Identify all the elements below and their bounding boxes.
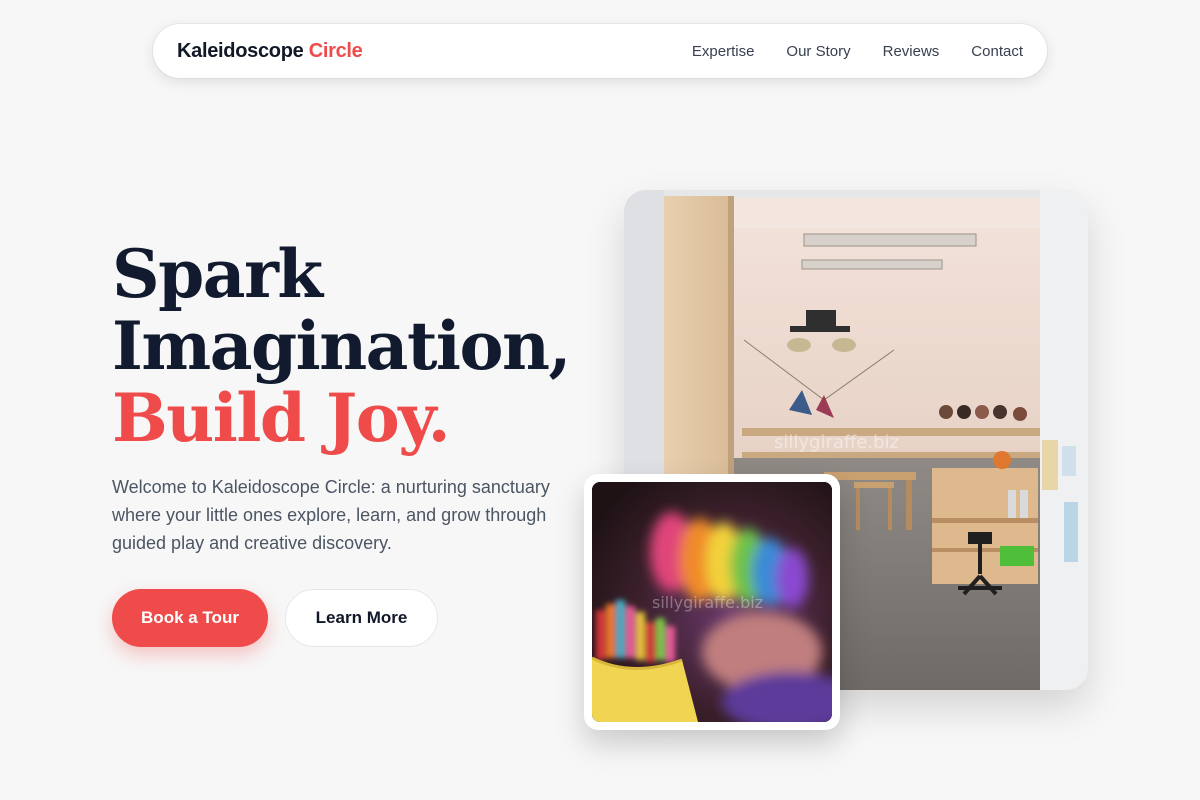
hero-title-line-1: Spark xyxy=(112,235,323,313)
hero-title-line-3: Build Joy. xyxy=(112,379,451,457)
nav-link-expertise[interactable]: Expertise xyxy=(692,43,755,60)
crayons-photo-frame: sillygiraffe.biz xyxy=(584,474,840,730)
hero-title-line-2: Imagination, xyxy=(112,307,572,385)
hero-title: Spark Imagination, Build Joy. xyxy=(112,235,572,457)
brand-logo[interactable]: Kaleidoscope Circle xyxy=(177,40,363,63)
watermark-text: sillygiraffe.biz xyxy=(774,432,899,453)
hero-description: Welcome to Kaleidoscope Circle: a nurtur… xyxy=(112,477,550,553)
top-navbar: Kaleidoscope Circle Expertise Our Story … xyxy=(153,24,1047,78)
watermark-text-small: sillygiraffe.biz xyxy=(652,593,763,612)
nav-link-contact[interactable]: Contact xyxy=(971,43,1023,60)
learn-more-button[interactable]: Learn More xyxy=(285,589,438,647)
nav-link-reviews[interactable]: Reviews xyxy=(883,43,940,60)
brand-name: Kaleidoscope xyxy=(177,39,304,62)
crayons-photo: sillygiraffe.biz xyxy=(592,482,832,722)
nav-links: Expertise Our Story Reviews Contact xyxy=(692,43,1023,60)
brand-name-accent: Circle xyxy=(308,39,363,62)
nav-link-our-story[interactable]: Our Story xyxy=(786,43,850,60)
book-tour-button[interactable]: Book a Tour xyxy=(112,589,268,647)
